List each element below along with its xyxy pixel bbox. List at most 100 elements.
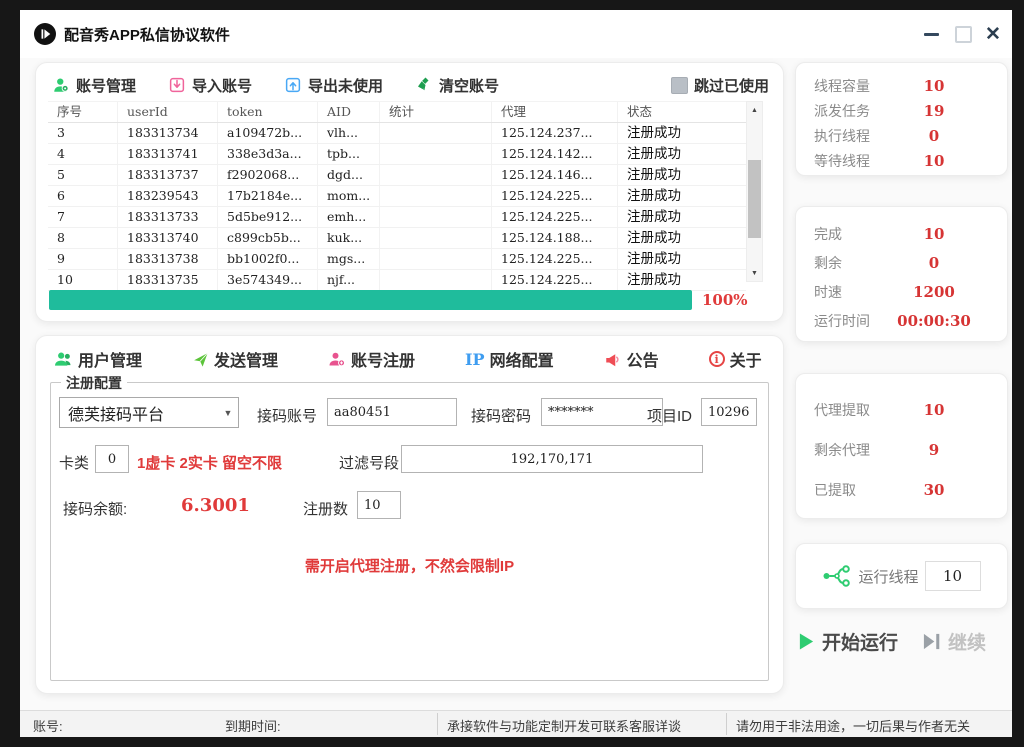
table-row[interactable]: 8183313740c899cb5b...kuk...125.124.188..… — [48, 228, 746, 249]
filter-input[interactable] — [401, 445, 703, 473]
col-token[interactable]: token — [218, 102, 318, 122]
stat-value: 10 — [886, 401, 982, 419]
col-aid[interactable]: AID — [318, 102, 380, 122]
import-accounts-button[interactable]: 导入账号 — [168, 75, 252, 96]
cell-token: 17b2184e... — [218, 186, 318, 206]
run-thread-card: 运行线程 — [795, 543, 1008, 609]
col-stats[interactable]: 统计 — [380, 102, 492, 122]
accounts-toolbar: 账号管理 导入账号 导出未使用 清空账号 — [52, 71, 769, 99]
col-proxy[interactable]: 代理 — [492, 102, 618, 122]
card-type-hint: 1虚卡 2实卡 留空不限 — [137, 452, 282, 473]
users-icon — [54, 351, 73, 368]
table-row[interactable]: 5183313737f2902068...dgd...125.124.146..… — [48, 165, 746, 186]
export-unused-button[interactable]: 导出未使用 — [284, 75, 383, 96]
progress-percent: 100% — [702, 290, 748, 310]
cell-seq: 4 — [48, 144, 118, 164]
cell-seq: 8 — [48, 228, 118, 248]
account-manage-button[interactable]: 账号管理 — [52, 75, 136, 96]
cell-token: a109472b... — [218, 123, 318, 143]
card-type-label: 卡类 — [59, 452, 89, 473]
code-account-input[interactable] — [327, 398, 457, 426]
status-contact-text: 承接软件与功能定制开发可联系客服详谈 — [447, 716, 681, 735]
title-bar: 配音秀APP私信协议软件 ✕ — [20, 10, 1012, 58]
tab-user-manage[interactable]: 用户管理 — [54, 347, 142, 371]
proxy-stats-card: 代理提取10 剩余代理9 已提取30 — [795, 373, 1008, 519]
tab-label: 关于 — [730, 347, 762, 371]
stat-value: 10 — [886, 225, 982, 243]
skip-used-toggle[interactable]: 跳过已使用 — [671, 75, 769, 96]
project-id-input[interactable] — [701, 398, 757, 426]
skip-used-checkbox[interactable] — [671, 77, 688, 94]
tab-account-register[interactable]: 账号注册 — [328, 347, 415, 371]
cell-aid: kuk... — [318, 228, 380, 248]
tab-send-manage[interactable]: 发送管理 — [192, 347, 278, 371]
tab-announcement[interactable]: 公告 — [604, 347, 659, 371]
card-type-input[interactable] — [95, 445, 129, 473]
cell-seq: 6 — [48, 186, 118, 206]
cell-stats — [380, 144, 492, 164]
table-scrollbar[interactable]: ▲ ▼ — [746, 101, 763, 282]
cell-proxy: 125.124.188... — [492, 228, 618, 248]
code-account-label: 接码账号 — [257, 405, 317, 426]
continue-label: 继续 — [948, 628, 986, 655]
register-count-input[interactable] — [357, 491, 401, 519]
cell-userid: 183313738 — [118, 249, 218, 269]
stat-label: 等待线程 — [814, 151, 886, 171]
stat-value: 10 — [886, 152, 982, 170]
cell-token: f2902068... — [218, 165, 318, 185]
close-button[interactable]: ✕ — [976, 10, 1010, 58]
table-row[interactable]: 9183313738bb1002f0...mgs...125.124.225..… — [48, 249, 746, 270]
table-row[interactable]: 101833137353e574349...njf...125.124.225.… — [48, 270, 746, 291]
sms-platform-select[interactable]: 德芙接码平台 ▼ — [59, 397, 239, 428]
app-logo-icon — [34, 23, 56, 45]
info-icon: i — [709, 351, 725, 367]
scrollbar-thumb[interactable] — [748, 160, 761, 238]
status-bar: 账号: 到期时间: 承接软件与功能定制开发可联系客服详谈 请勿用于非法用途，一切… — [20, 710, 1012, 737]
cell-stats — [380, 123, 492, 143]
col-seq[interactable]: 序号 — [48, 102, 118, 122]
cell-aid: dgd... — [318, 165, 380, 185]
branch-network-icon — [822, 563, 852, 589]
config-panel: 用户管理 发送管理 账号注册 IP 网络配置 — [35, 335, 784, 694]
scroll-down-icon[interactable]: ▼ — [747, 266, 762, 280]
col-userid[interactable]: userId — [118, 102, 218, 122]
tab-about[interactable]: i 关于 — [709, 347, 762, 371]
scroll-up-icon[interactable]: ▲ — [747, 103, 762, 117]
table-row[interactable]: 4183313741338e3d3a...tpb...125.124.142..… — [48, 144, 746, 165]
minimize-button[interactable] — [914, 10, 948, 58]
cell-status: 注册成功 — [618, 123, 746, 143]
stat-value: 30 — [886, 481, 982, 499]
run-thread-input[interactable] — [925, 561, 981, 591]
table-row[interactable]: 3183313734a109472b...vlh...125.124.237..… — [48, 123, 746, 144]
import-arrow-icon — [168, 76, 186, 94]
tab-network-config[interactable]: IP 网络配置 — [465, 347, 554, 371]
cell-proxy: 125.124.225... — [492, 186, 618, 206]
table-row[interactable]: 618323954317b2184e...mom...125.124.225..… — [48, 186, 746, 207]
stat-label: 已提取 — [814, 480, 886, 500]
cell-token: 5d5be912... — [218, 207, 318, 227]
maximize-button[interactable] — [946, 10, 980, 58]
cell-seq: 9 — [48, 249, 118, 269]
status-account-label: 账号: — [33, 716, 63, 735]
code-password-input[interactable] — [541, 398, 663, 426]
balance-value: 6.3001 — [181, 495, 250, 516]
cell-aid: vlh... — [318, 123, 380, 143]
skip-used-label: 跳过已使用 — [694, 75, 769, 96]
tab-bar: 用户管理 发送管理 账号注册 IP 网络配置 — [54, 346, 771, 372]
cell-aid: mgs... — [318, 249, 380, 269]
table-row[interactable]: 71833137335d5be912...emh...125.124.225..… — [48, 207, 746, 228]
col-status[interactable]: 状态 — [618, 102, 746, 122]
continue-button[interactable]: 继续 — [922, 628, 986, 655]
start-run-button[interactable]: 开始运行 — [798, 628, 898, 655]
clear-accounts-button[interactable]: 清空账号 — [415, 75, 499, 96]
cell-proxy: 125.124.146... — [492, 165, 618, 185]
megaphone-icon — [604, 351, 622, 368]
cell-proxy: 125.124.237... — [492, 123, 618, 143]
tab-label: 发送管理 — [214, 347, 278, 371]
cell-proxy: 125.124.225... — [492, 270, 618, 290]
statusbar-divider — [726, 713, 727, 735]
stat-value: 00:00:30 — [886, 312, 982, 330]
cell-token: bb1002f0... — [218, 249, 318, 269]
cell-aid: mom... — [318, 186, 380, 206]
window-title: 配音秀APP私信协议软件 — [64, 24, 230, 45]
